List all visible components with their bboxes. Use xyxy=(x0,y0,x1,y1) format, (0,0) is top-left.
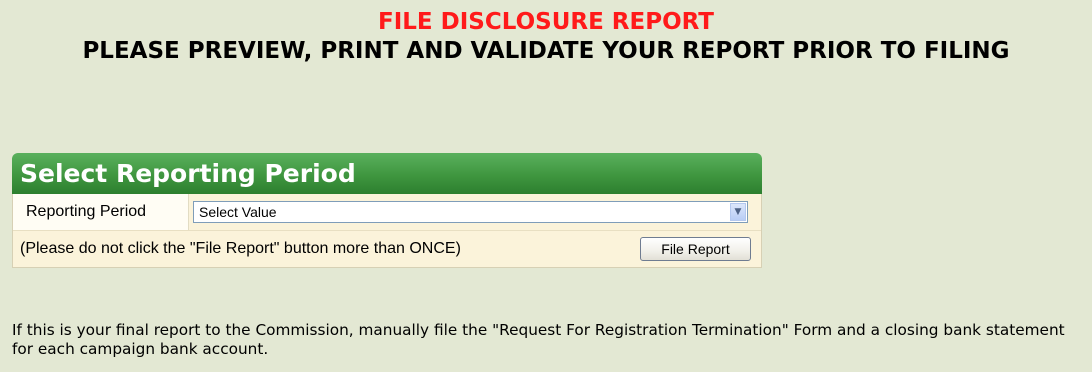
reporting-period-select[interactable]: Select Value ▼ xyxy=(193,201,748,223)
page-title: FILE DISCLOSURE REPORT xyxy=(378,9,714,35)
reporting-period-panel: Select Reporting Period Reporting Period… xyxy=(12,153,762,268)
chevron-down-icon[interactable]: ▼ xyxy=(730,203,746,221)
page-header: FILE DISCLOSURE REPORT PLEASE PREVIEW, P… xyxy=(0,8,1092,66)
file-report-row: (Please do not click the "File Report" b… xyxy=(13,231,761,267)
file-report-note: (Please do not click the "File Report" b… xyxy=(20,240,461,257)
file-report-button[interactable]: File Report xyxy=(640,237,751,261)
reporting-period-select-value: Select Value xyxy=(199,204,277,220)
reporting-period-row: Reporting Period Select Value ▼ xyxy=(13,194,761,231)
final-report-notice: If this is your final report to the Comm… xyxy=(12,321,1065,358)
panel-body: Reporting Period Select Value ▼ (Please … xyxy=(12,194,762,268)
panel-title: Select Reporting Period xyxy=(12,153,762,194)
reporting-period-label: Reporting Period xyxy=(13,194,189,230)
page-subtitle: PLEASE PREVIEW, PRINT AND VALIDATE YOUR … xyxy=(82,38,1010,64)
